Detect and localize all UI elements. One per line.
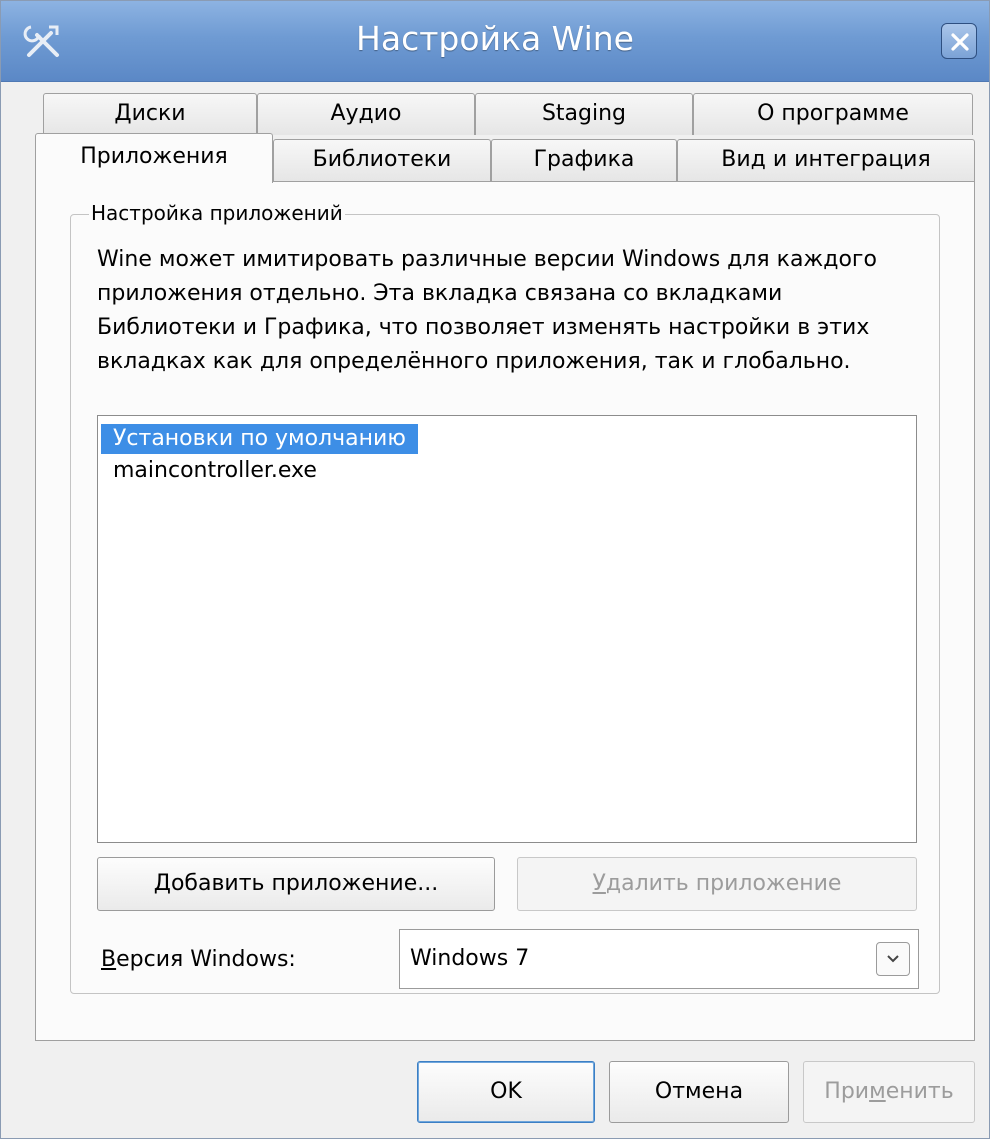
tab-graphics[interactable]: Графика	[491, 139, 677, 181]
window-title: Настройка Wine	[356, 19, 634, 58]
tab-staging[interactable]: Staging	[475, 93, 693, 135]
tab-label: Диски	[114, 101, 186, 126]
tab-label: Вид и интеграция	[721, 147, 931, 172]
label-text: ерсия Windows:	[116, 947, 296, 972]
ok-button[interactable]: OK	[417, 1061, 595, 1123]
mnemonic: м	[869, 1079, 886, 1104]
tab-disks[interactable]: Диски	[43, 93, 257, 135]
cancel-button[interactable]: Отмена	[609, 1061, 789, 1123]
tab-about[interactable]: О программе	[693, 93, 973, 135]
group-title: Настройка приложений	[89, 200, 345, 226]
tab-label: О программе	[757, 101, 909, 126]
mnemonic: Д	[153, 871, 171, 896]
mnemonic: У	[592, 871, 606, 896]
tab-libraries[interactable]: Библиотеки	[273, 139, 491, 181]
mnemonic: В	[101, 947, 117, 972]
button-label: енить	[885, 1079, 954, 1104]
title-bar[interactable]: Настройка Wine	[1, 1, 989, 82]
tab-label: Staging	[541, 101, 627, 126]
group-description: Wine может имитировать различные версии …	[97, 247, 877, 374]
selected-value: Windows 7	[410, 946, 530, 971]
tab-label: Аудио	[330, 101, 402, 126]
windows-version-label: Версия Windows:	[101, 945, 296, 975]
list-item[interactable]: Установки по умолчанию	[101, 424, 418, 454]
remove-application-button[interactable]: Удалить приложение	[517, 857, 917, 911]
tab-desktop-integration[interactable]: Вид и интеграция	[677, 139, 975, 181]
button-label: Отмена	[654, 1079, 744, 1104]
button-label: При	[824, 1079, 870, 1104]
tab-audio[interactable]: Аудио	[257, 93, 475, 135]
application-list[interactable]: Установки по умолчанию maincontroller.ex…	[97, 415, 917, 843]
windows-version-select[interactable]: Windows 7	[399, 929, 919, 989]
button-label: OK	[490, 1079, 522, 1104]
tab-label: Графика	[533, 147, 635, 172]
list-item[interactable]: maincontroller.exe	[101, 456, 329, 486]
app-settings-group: Настройка приложений Wine может имитиров…	[70, 200, 940, 994]
tab-label: Библиотеки	[312, 147, 452, 172]
close-icon	[951, 33, 969, 51]
close-button[interactable]	[941, 23, 977, 59]
applications-panel: Настройка приложений Wine может имитиров…	[35, 181, 975, 1041]
dropdown-button[interactable]	[876, 942, 910, 976]
apply-button[interactable]: Применить	[803, 1061, 975, 1123]
wine-config-window: Настройка Wine Диски Аудио Staging О про…	[0, 0, 990, 1139]
button-label: далить приложение	[605, 871, 842, 896]
chevron-down-icon	[887, 955, 899, 963]
tab-applications[interactable]: Приложения	[35, 133, 273, 183]
add-application-button[interactable]: Добавить приложение...	[97, 857, 495, 911]
tab-label: Приложения	[80, 144, 228, 169]
button-label: обавить приложение...	[170, 871, 439, 896]
